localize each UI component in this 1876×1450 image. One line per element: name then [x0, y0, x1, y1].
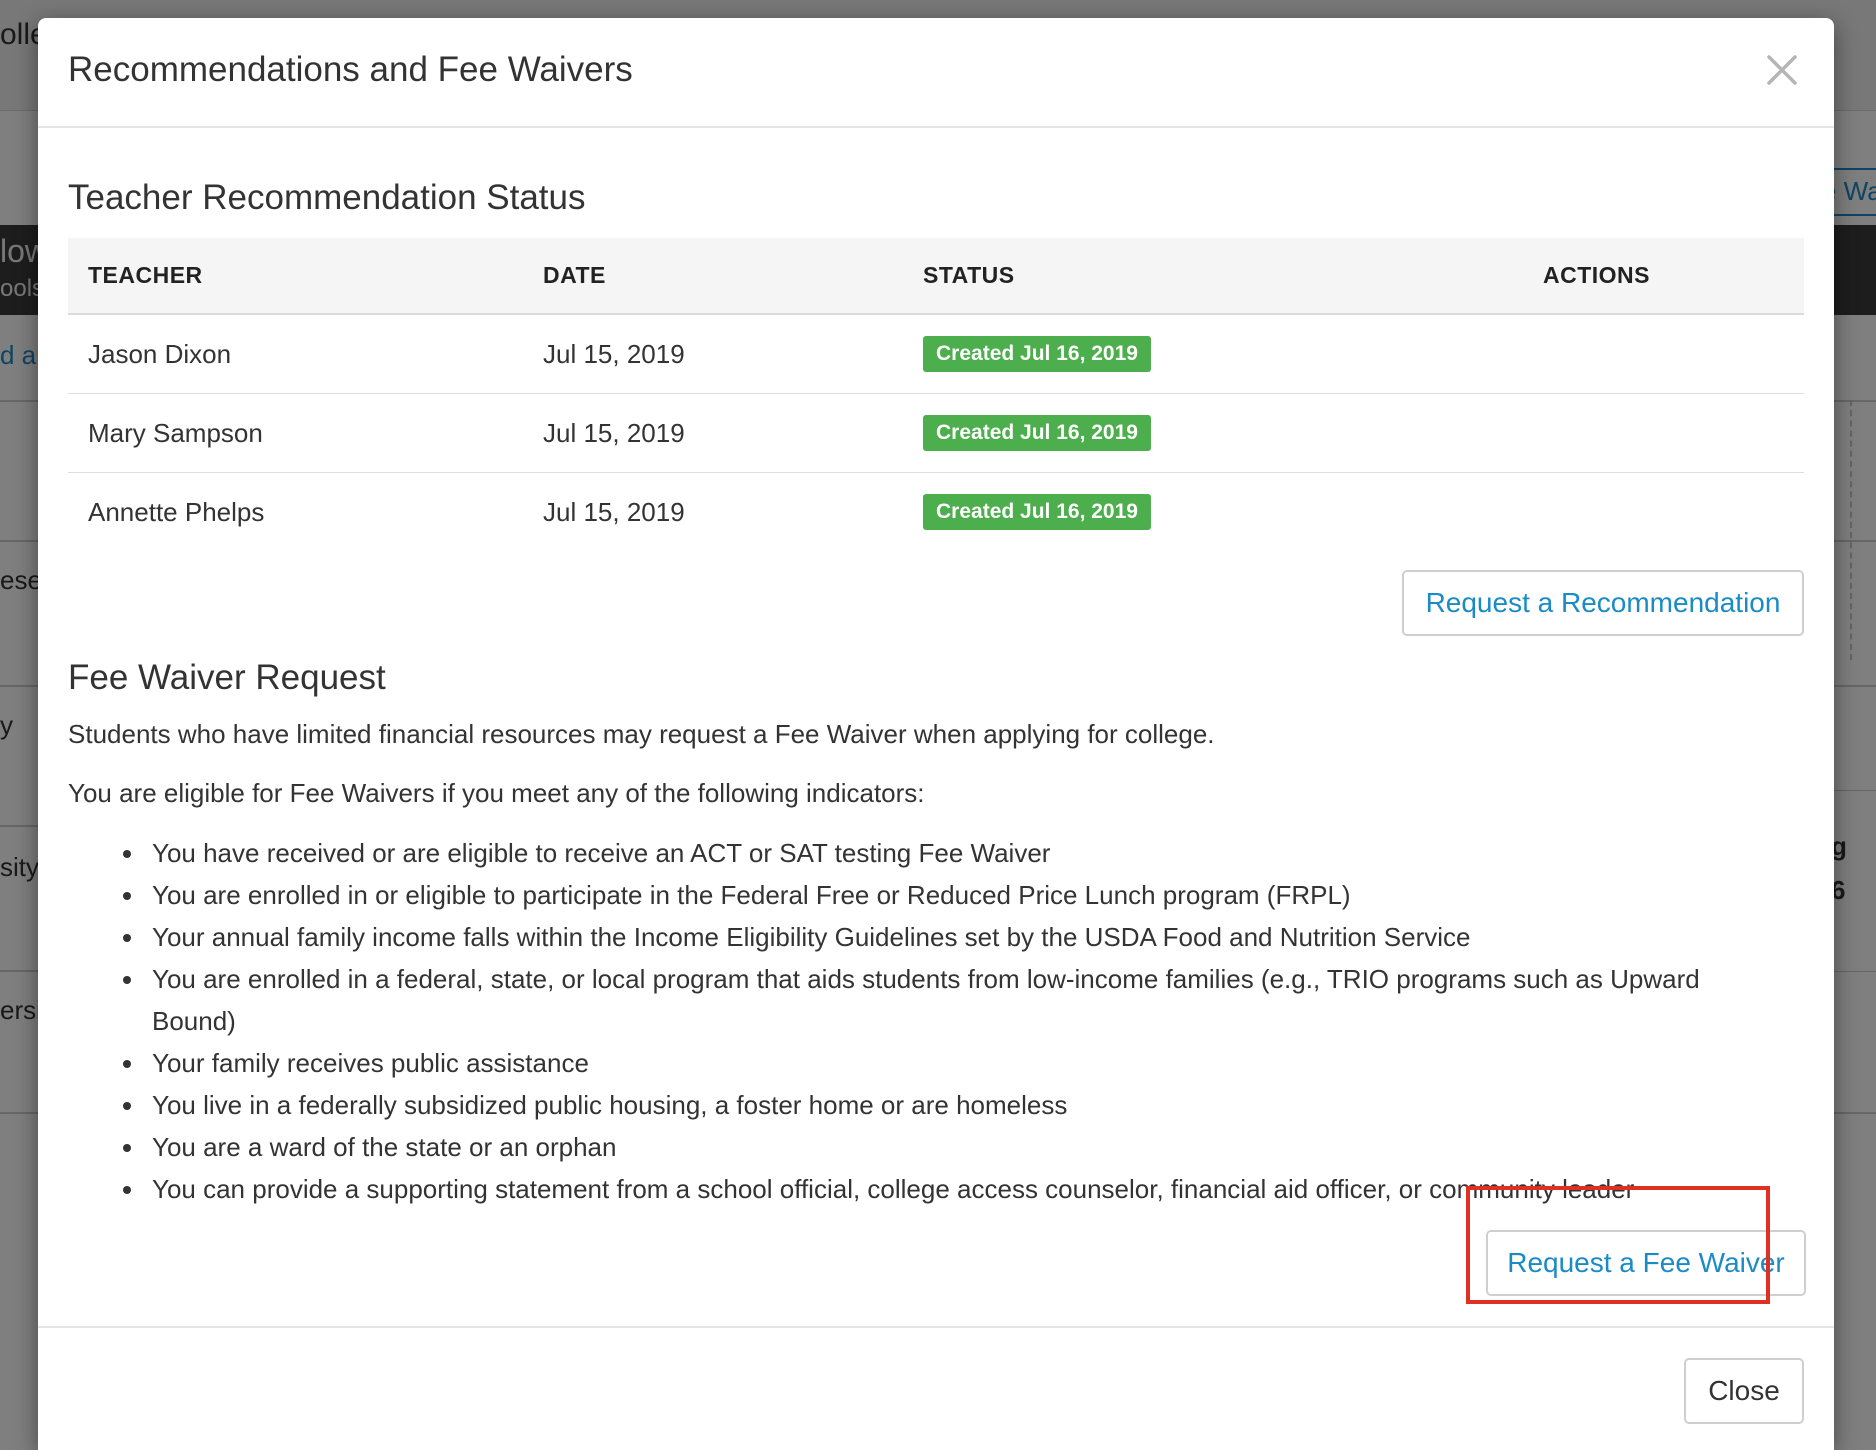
status-badge: Created Jul 16, 2019 — [923, 415, 1151, 451]
table-row: Jason Dixon Jul 15, 2019 Created Jul 16,… — [68, 314, 1804, 394]
request-date: Jul 15, 2019 — [523, 393, 903, 473]
recommendation-section-title: Teacher Recommendation Status — [68, 178, 586, 217]
teacher-name: Jason Dixon — [68, 314, 523, 394]
teacher-name: Annette Phelps — [88, 496, 265, 527]
list-item: You live in a federally subsidized publi… — [146, 1084, 1778, 1126]
request-date: Jul 15, 2019 — [543, 496, 685, 527]
fee-waiver-section-title: Fee Waiver Request — [68, 658, 386, 697]
column-header-actions: ACTIONS — [1523, 238, 1804, 315]
close-button[interactable]: Close — [1684, 1358, 1804, 1424]
status-cell: Created Jul 16, 2019 — [903, 473, 1523, 552]
actions-cell — [1523, 314, 1804, 394]
request-date: Jul 15, 2019 — [523, 314, 903, 394]
recommendation-table: TEACHER DATE STATUS ACTIONS Jason Dixon … — [68, 238, 1804, 551]
modal-footer-divider — [38, 1326, 1834, 1328]
list-item: You have received or are eligible to rec… — [146, 832, 1778, 874]
list-item: Your family receives public assistance — [146, 1042, 1778, 1084]
table-row: Annette Phelps Jul 15, 2019 Created Jul … — [68, 473, 1804, 552]
actions-cell — [1523, 473, 1804, 552]
request-recommendation-button[interactable]: Request a Recommendation — [1402, 570, 1804, 636]
eligibility-intro: You are eligible for Fee Waivers if you … — [68, 778, 925, 808]
status-badge: Created Jul 16, 2019 — [923, 494, 1151, 530]
list-item: You are enrolled in a federal, state, or… — [146, 958, 1778, 1042]
fee-waiver-intro: Students who have limited financial reso… — [68, 719, 1215, 749]
list-item: Your annual family income falls within t… — [146, 916, 1778, 958]
highlight-annotation — [1466, 1186, 1770, 1304]
eligibility-indicator-list: You have received or are eligible to rec… — [78, 832, 1778, 1210]
table-header-row: TEACHER DATE STATUS ACTIONS — [68, 238, 1804, 315]
close-icon[interactable] — [1760, 48, 1804, 92]
list-item: You are a ward of the state or an orphan — [146, 1126, 1778, 1168]
modal-title: Recommendations and Fee Waivers — [68, 50, 633, 89]
teacher-name: Mary Sampson — [68, 393, 523, 473]
modal-header: Recommendations and Fee Waivers — [38, 18, 1834, 128]
actions-cell — [1523, 393, 1804, 473]
column-header-date: DATE — [523, 238, 903, 315]
status-cell: Created Jul 16, 2019 — [903, 314, 1523, 394]
table-row: Mary Sampson Jul 15, 2019 Created Jul 16… — [68, 393, 1804, 473]
list-item: You are enrolled in or eligible to parti… — [146, 874, 1778, 916]
column-header-status: STATUS — [903, 238, 1523, 315]
column-header-teacher: TEACHER — [68, 238, 523, 315]
status-badge: Created Jul 16, 2019 — [923, 336, 1151, 372]
status-cell: Created Jul 16, 2019 — [903, 393, 1523, 473]
